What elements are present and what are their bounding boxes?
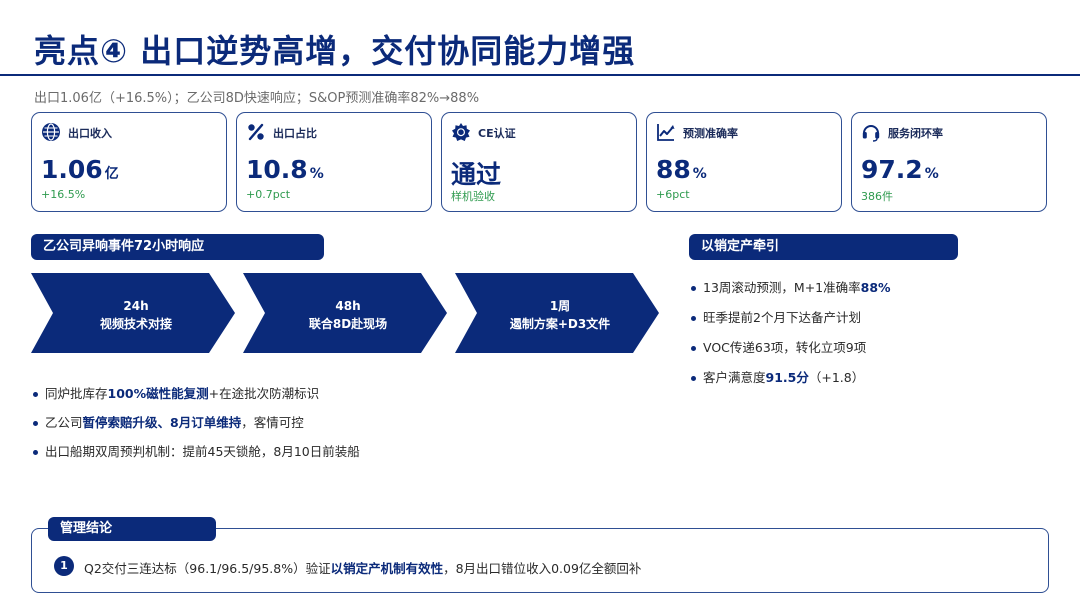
kpi-delta: 386件 [861,190,893,203]
percent-icon [248,123,264,141]
chevron-step-2-text: 48h 联合8D赴现场 [258,297,438,333]
step-time: 48h [335,299,361,313]
kpi-value: 通过 [451,160,502,189]
step-time: 1周 [549,299,571,313]
certificate-badge-icon [452,123,470,141]
kpi-label: 出口占比 [273,127,317,140]
kpi-delta: 样机验收 [451,190,495,203]
kpi-card-service-closure: 服务闭环率 97.2% 386件 [851,112,1047,212]
kpi-card-export-share: 出口占比 10.8% +0.7pct [236,112,432,212]
kpi-value: 10.8% [246,155,324,184]
kpi-delta: +6pct [656,188,690,201]
kpi-label: 出口收入 [68,127,112,140]
globe-icon [42,123,60,141]
page-subtitle: 出口1.06亿（+16.5%）；乙公司8D快速响应；S&OP预测准确率82%→8… [34,91,480,106]
list-item: 旺季提前2个月下达备产计划 [689,309,891,339]
kpi-card-forecast-accuracy: 预测准确率 88% +6pct [646,112,842,212]
conclusion-number-badge: 1 [54,556,74,576]
sales-driven-bullet-list: 13周滚动预测，M+1准确率88% 旺季提前2个月下达备产计划 VOC传递63项… [689,279,891,399]
conclusion-text: Q2交付三连达标（96.1/96.5/95.8%）验证以销定产机制有效性，8月出… [84,561,642,576]
list-item: 同炉批库存100%磁性能复测+在途批次防潮标识 [31,385,360,414]
chevron-step-3-text: 1周 遏制方案+D3文件 [470,297,650,333]
step-time: 24h [123,299,149,313]
section-header-response: 乙公司异响事件72小时响应 [31,234,324,260]
kpi-value: 97.2% [861,155,939,184]
kpi-card-ce-certification: CE认证 通过 样机验收 [441,112,637,212]
list-item: VOC传递63项，转化立项9项 [689,339,891,369]
response-bullet-list: 同炉批库存100%磁性能复测+在途批次防潮标识 乙公司暂停索赔升级、8月订单维持… [31,385,360,472]
kpi-delta: +16.5% [41,188,86,201]
list-item: 客户满意度91.5分（+1.8） [689,369,891,399]
kpi-row: 出口收入 1.06 亿 +16.5% 出口占比 10.8% +0.7pct CE认… [31,112,1047,212]
chevron-step-1-text: 24h 视频技术对接 [46,297,226,333]
list-item: 出口船期双周预判机制：提前45天锁舱，8月10日前装船 [31,443,360,472]
page-title: 亮点④ 出口逆势高增，交付协同能力增强 [34,32,636,70]
kpi-label: 服务闭环率 [888,127,943,140]
trend-chart-icon [657,124,675,141]
step-desc: 遏制方案+D3文件 [509,317,611,331]
kpi-label: CE认证 [478,127,516,140]
kpi-value: 1.06 亿 [41,155,119,184]
list-item: 13周滚动预测，M+1准确率88% [689,279,891,309]
kpi-delta: +0.7pct [246,188,291,201]
list-item: 乙公司暂停索赔升级、8月订单维持，客情可控 [31,414,360,443]
step-desc: 视频技术对接 [99,317,172,331]
kpi-label: 预测准确率 [683,127,738,140]
section-header-sales-driven: 以销定产牵引 [689,234,958,260]
conclusion-header: 管理结论 [48,517,216,541]
response-timeline: 24h 视频技术对接 48h 联合8D赴现场 1周 遏制方案+D3文件 [31,273,661,353]
title-divider [0,74,1080,76]
headset-icon [862,125,880,142]
step-desc: 联合8D赴现场 [308,317,388,331]
kpi-value: 88% [656,155,707,184]
kpi-card-export-revenue: 出口收入 1.06 亿 +16.5% [31,112,227,212]
